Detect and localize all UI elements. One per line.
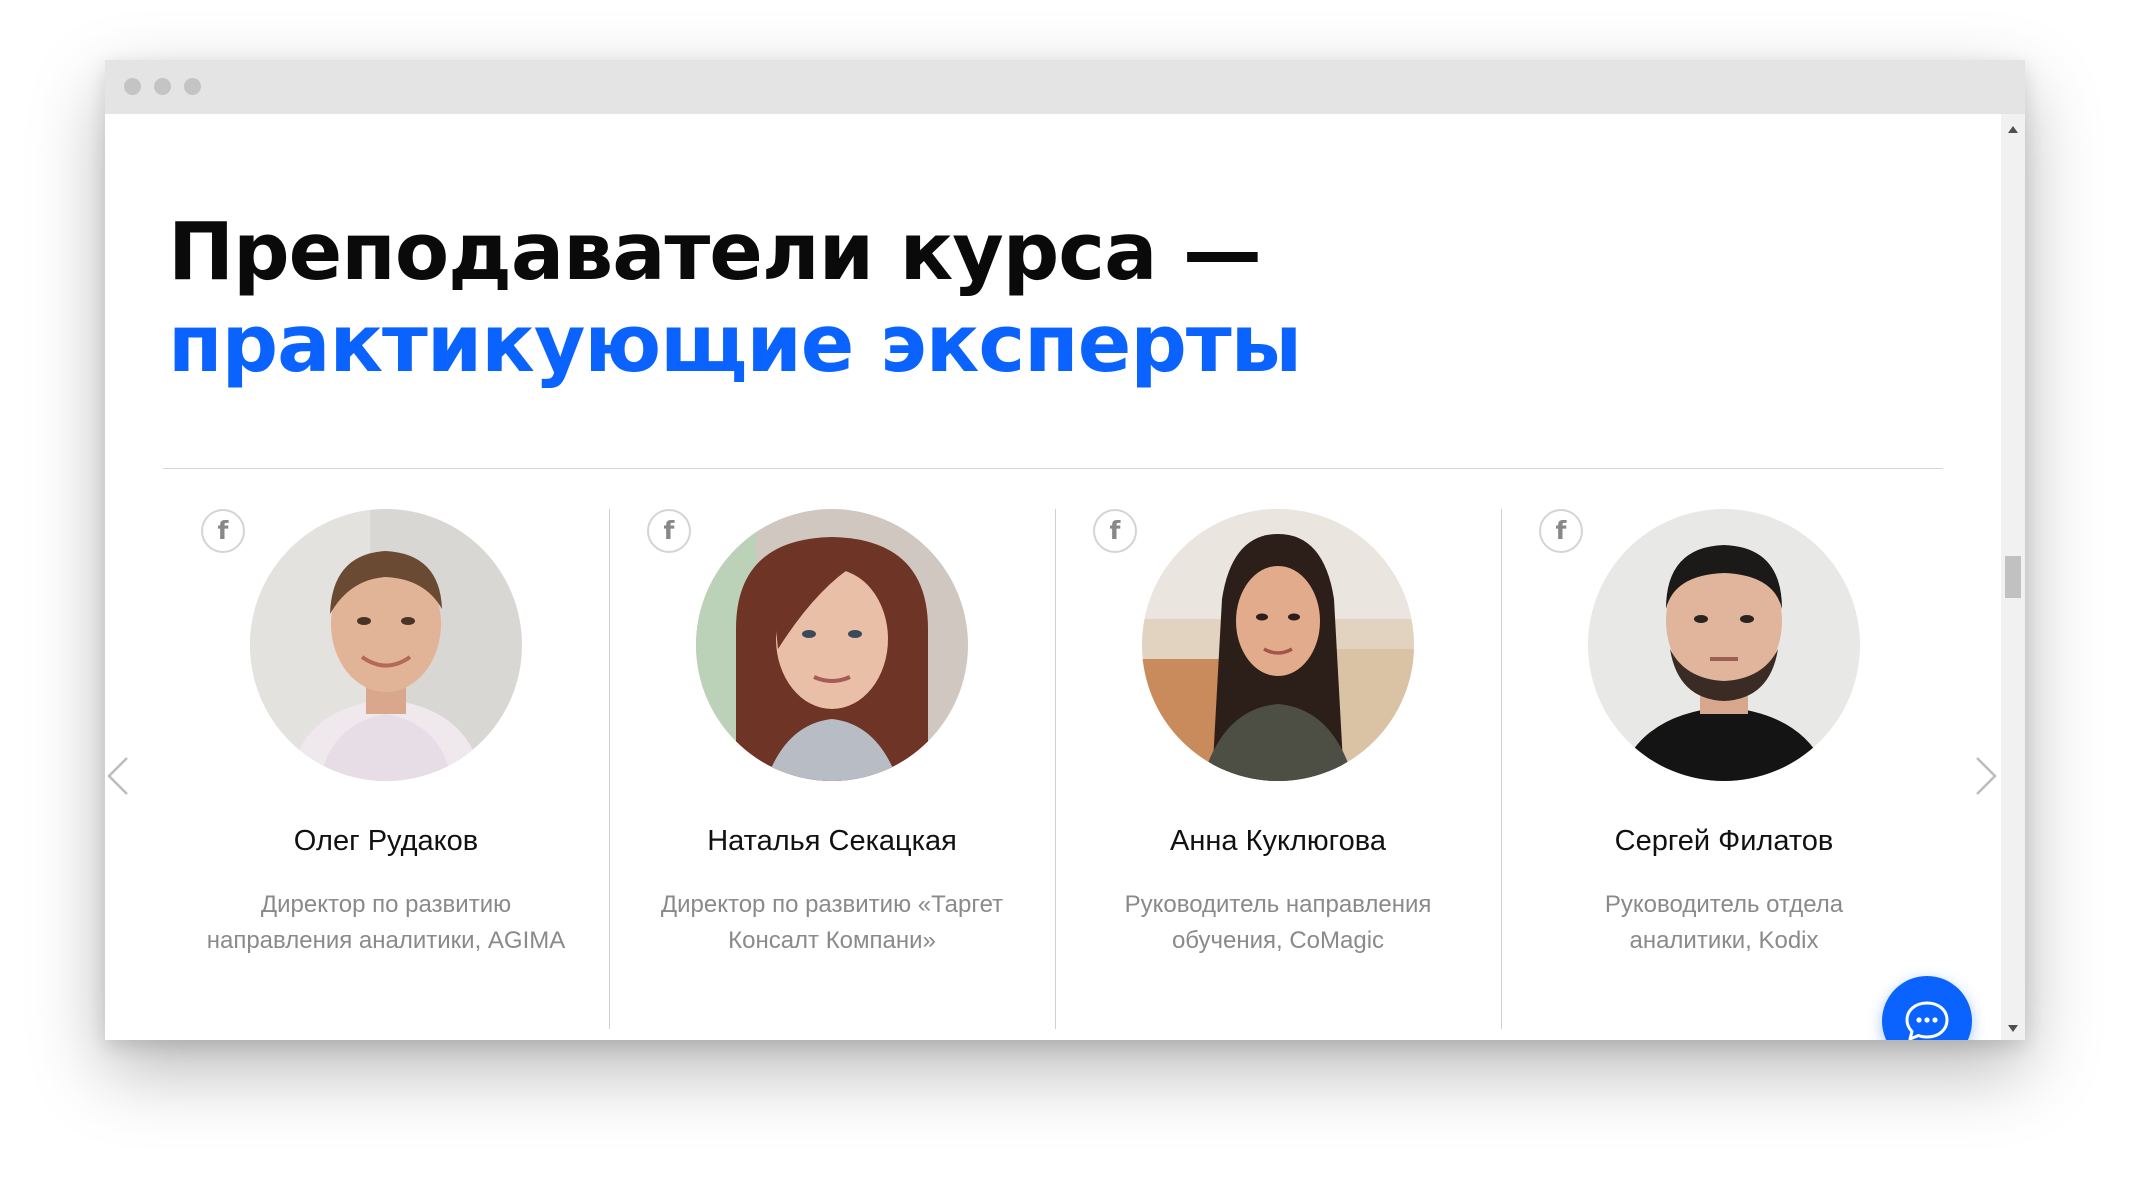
chat-button[interactable]: [1882, 976, 1972, 1040]
heading-line-2-accent: практикующие эксперты: [168, 298, 1302, 390]
teacher-photo-image: [696, 509, 968, 781]
scroll-up-arrow-icon[interactable]: [2008, 126, 2018, 133]
teacher-role-line: обучения, CoMagic: [1171, 927, 1385, 954]
teacher-photo-image: [250, 509, 522, 781]
teacher-role-line: направления аналитики, AGIMA: [206, 927, 566, 954]
teacher-photo: [1142, 509, 1414, 781]
teacher-photo: [1588, 509, 1860, 781]
teacher-role: Директор по развитию направления аналити…: [163, 887, 609, 959]
window-minimize-dot[interactable]: [154, 78, 171, 95]
vertical-scrollbar[interactable]: [2001, 114, 2025, 1040]
window-titlebar: [105, 60, 2025, 114]
page: Преподаватели курса — практикующие экспе…: [0, 0, 2130, 1188]
chat-bubble-icon: [1905, 1001, 1949, 1040]
teacher-photo-image: [1588, 509, 1860, 781]
window-maximize-dot[interactable]: [184, 78, 201, 95]
teacher-photo: [696, 509, 968, 781]
teacher-role: Директор по развитию «Таргет Консалт Ком…: [609, 887, 1055, 959]
scroll-down-arrow-icon[interactable]: [2008, 1025, 2018, 1032]
teacher-card: f Сергей Филатов Руководитель отдела ана…: [1501, 509, 1947, 1029]
teacher-role: Руководитель направления обучения, CoMag…: [1055, 887, 1501, 959]
heading-line-1: Преподаватели курса —: [168, 206, 1262, 298]
teacher-role-line: Консалт Компани»: [728, 927, 936, 954]
facebook-icon[interactable]: f: [1093, 509, 1137, 553]
facebook-icon[interactable]: f: [201, 509, 245, 553]
chevron-left-icon: [107, 757, 128, 795]
teacher-name: Сергей Филатов: [1614, 825, 1834, 857]
teacher-role-line: Руководитель направления: [1124, 891, 1432, 918]
teacher-name: Анна Куклюгова: [1170, 825, 1386, 857]
facebook-icon[interactable]: f: [647, 509, 691, 553]
teacher-card: f Анна Куклюгова Руководитель направлени…: [1055, 509, 1501, 1029]
teacher-role: Руководитель отдела аналитики, Kodix: [1501, 887, 1947, 959]
facebook-icon[interactable]: f: [1539, 509, 1583, 553]
section-heading: Преподаватели курса — практикующие экспе…: [168, 206, 1302, 390]
browser-window: Преподаватели курса — практикующие экспе…: [105, 60, 2025, 1040]
page-content: Преподаватели курса — практикующие экспе…: [105, 114, 2001, 1040]
scrollbar-thumb[interactable]: [2005, 556, 2021, 598]
teacher-role-line: Руководитель отдела: [1604, 891, 1844, 918]
teacher-card: f Олег Рудаков Директор по развитию напр…: [163, 509, 609, 1029]
top-divider: [163, 468, 1943, 469]
window-close-dot[interactable]: [124, 78, 141, 95]
teacher-role-line: аналитики, Kodix: [1629, 927, 1819, 954]
carousel-prev-button[interactable]: [105, 754, 145, 798]
teacher-card: f Наталья Секацкая Директор по развитию …: [609, 509, 1055, 1029]
teacher-role-line: Директор по развитию «Таргет: [660, 891, 1004, 918]
teacher-name: Наталья Секацкая: [707, 825, 957, 857]
teacher-photo-image: [1142, 509, 1414, 781]
teacher-role-line: Директор по развитию: [260, 891, 512, 918]
teacher-name: Олег Рудаков: [293, 825, 479, 857]
teacher-photo: [250, 509, 522, 781]
